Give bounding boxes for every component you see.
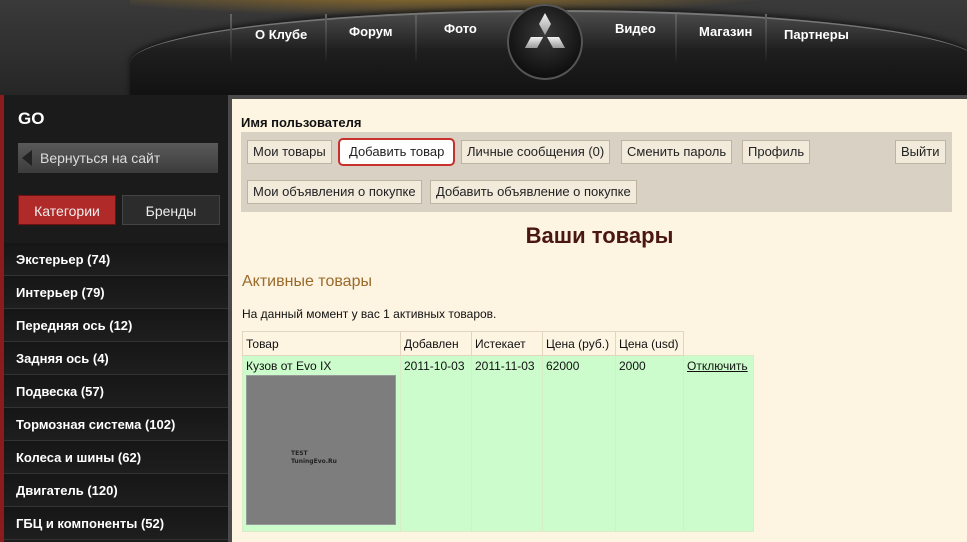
add-purchase-ad-button[interactable]: Добавить объявление о покупке [430, 180, 637, 204]
nav-item-partners[interactable]: Партнеры [784, 27, 849, 42]
back-to-site-button[interactable]: Вернуться на сайт [18, 143, 218, 173]
table-header-row: Товар Добавлен Истекает Цена (руб.) Цена… [242, 331, 754, 356]
cell-price-usd: 2000 [615, 355, 684, 532]
my-purchase-ads-button[interactable]: Мои объявления о покупке [247, 180, 422, 204]
messages-button[interactable]: Личные сообщения (0) [461, 140, 611, 164]
category-item[interactable]: ГБЦ и компоненты (52) [4, 507, 228, 540]
tab-categories[interactable]: Категории [18, 195, 116, 225]
col-header-action [684, 332, 754, 356]
back-arrow-icon [22, 150, 32, 166]
active-count-info: На данный момент у вас 1 активных товаро… [242, 307, 497, 321]
nav-divider [765, 14, 767, 64]
nav-item-forum[interactable]: Форум [349, 24, 392, 39]
nav-divider [325, 14, 327, 64]
cell-added: 2011-10-03 [400, 355, 472, 532]
category-item[interactable]: Подвеска (57) [4, 375, 228, 408]
nav-divider [230, 14, 232, 64]
page-title: Ваши товары [525, 223, 674, 248]
add-good-button[interactable]: Добавить товар [338, 138, 456, 166]
site-header: О Клубе Форум Фото Видео Магазин Партнер… [0, 0, 967, 95]
nav-divider [415, 14, 417, 64]
product-thumbnail[interactable]: TEST TuningEvo.Ru [246, 375, 396, 525]
username-label: Имя пользователя [241, 115, 362, 130]
mitsubishi-logo[interactable] [507, 4, 583, 80]
category-item[interactable]: Колеса и шины (62) [4, 441, 228, 474]
col-header-product: Товар [242, 331, 401, 356]
logout-button[interactable]: Выйти [895, 140, 946, 164]
nav-item-photo[interactable]: Фото [444, 21, 477, 36]
table-row: Кузов от Evo IX TEST TuningEvo.Ru 2011-1… [242, 355, 754, 532]
col-header-price-rub: Цена (руб.) [542, 331, 616, 356]
category-list: Экстерьер (74) Интерьер (79) Передняя ос… [4, 243, 228, 540]
category-item[interactable]: Тормозная система (102) [4, 408, 228, 441]
nav-item-video[interactable]: Видео [615, 21, 656, 36]
category-item[interactable]: Передняя ось (12) [4, 309, 228, 342]
disable-link[interactable]: Отключить [687, 359, 748, 373]
sidebar: GO Вернуться на сайт Категории Бренды Эк… [0, 95, 228, 542]
category-item[interactable]: Интерьер (79) [4, 276, 228, 309]
back-to-site-label: Вернуться на сайт [40, 150, 161, 166]
tab-brands[interactable]: Бренды [122, 195, 220, 225]
cell-expires: 2011-11-03 [471, 355, 543, 532]
watermark-line: TEST [291, 450, 308, 457]
my-goods-button[interactable]: Мои товары [247, 140, 332, 164]
watermark-line: TuningEvo.Ru [291, 458, 337, 465]
three-diamonds-icon [525, 13, 565, 48]
cell-product: Кузов от Evo IX TEST TuningEvo.Ru [242, 355, 401, 532]
nav-item-about[interactable]: О Клубе [255, 27, 307, 42]
col-header-price-usd: Цена (usd) [615, 331, 684, 356]
sidebar-go-label: GO [18, 109, 45, 128]
cell-action: Отключить [683, 355, 754, 532]
main-area: Имя пользователя Мои товары Добавить тов… [228, 95, 967, 542]
nav-item-shop[interactable]: Магазин [699, 24, 752, 39]
thumbnail-watermark: TEST TuningEvo.Ru [291, 450, 337, 466]
category-item[interactable]: Двигатель (120) [4, 474, 228, 507]
cell-price-rub: 62000 [542, 355, 616, 532]
product-name: Кузов от Evo IX [246, 359, 332, 373]
nav-divider [675, 14, 677, 64]
user-toolbar: Мои товары Добавить товар Личные сообщен… [241, 132, 952, 212]
col-header-added: Добавлен [400, 331, 472, 356]
profile-button[interactable]: Профиль [742, 140, 811, 164]
section-title: Активные товары [242, 273, 372, 290]
content-panel: Имя пользователя Мои товары Добавить тов… [232, 99, 967, 542]
change-password-button[interactable]: Сменить пароль [621, 140, 733, 164]
goods-table: Товар Добавлен Истекает Цена (руб.) Цена… [242, 331, 754, 532]
col-header-expires: Истекает [471, 331, 543, 356]
category-item[interactable]: Задняя ось (4) [4, 342, 228, 375]
category-item[interactable]: Экстерьер (74) [4, 243, 228, 276]
